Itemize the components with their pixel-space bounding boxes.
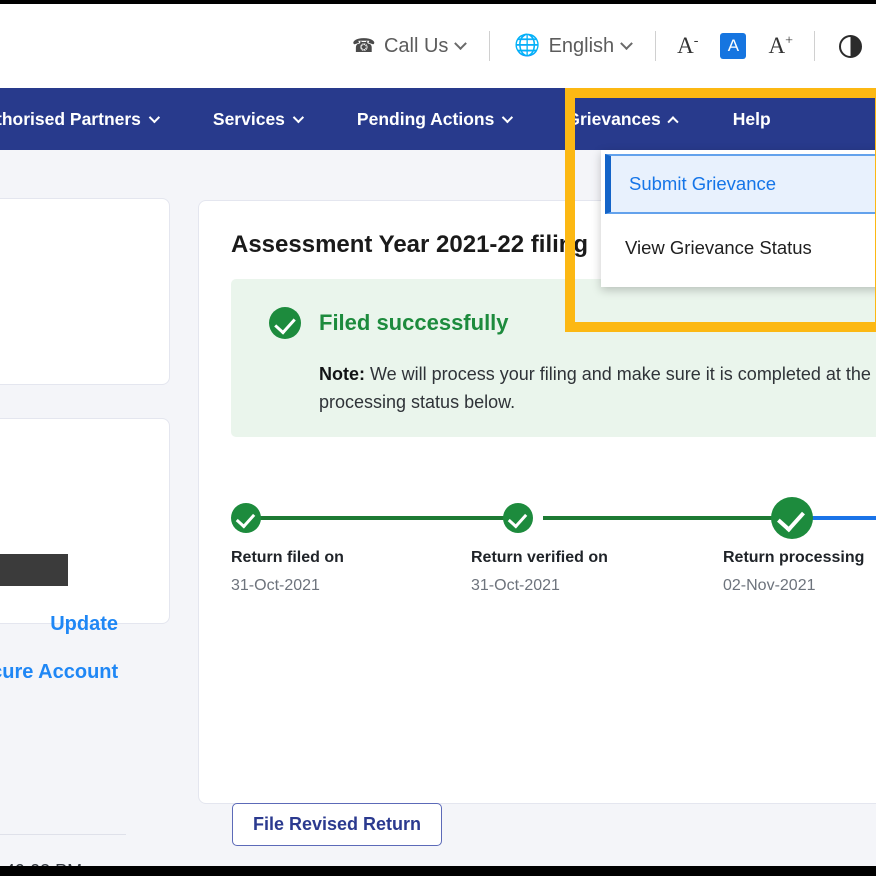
alert-note-label: Note:: [319, 364, 365, 384]
menu-item-submit-grievance[interactable]: Submit Grievance: [605, 154, 876, 214]
nav-label: Grievances: [566, 108, 661, 129]
timeline-connector-2: [543, 516, 791, 520]
nav-label: thorised Partners: [0, 108, 141, 129]
secure-account-link[interactable]: ecure Account: [0, 661, 118, 684]
alert-note-text-2: processing status below.: [319, 391, 516, 412]
page-title: Assessment Year 2021-22 filing: [231, 231, 589, 258]
font-decrease-sup: -: [693, 33, 699, 49]
nav-item-services[interactable]: Services: [185, 88, 329, 150]
success-alert: Filed successfully Note: We will process…: [231, 279, 876, 437]
timeline-node-verified: [503, 503, 533, 533]
font-decrease-label: A: [677, 33, 694, 58]
alert-note-text: We will process your filing and make sur…: [365, 364, 876, 384]
divider: [489, 31, 491, 61]
nav-label: Help: [732, 108, 771, 129]
activity-card: [0, 418, 170, 624]
divider: [814, 31, 815, 61]
font-increase-label: A: [768, 33, 786, 58]
window-bottom-border: [0, 866, 876, 876]
utility-bar-group: ☎ Call Us 🌐 English A- A A+: [338, 4, 876, 88]
font-normal-button[interactable]: A: [720, 33, 747, 59]
chevron-down-icon: [292, 111, 304, 124]
timeline-label-filed: Return filed on: [231, 549, 344, 566]
font-normal-label: A: [727, 36, 740, 55]
chevron-down-icon: [620, 36, 634, 50]
timeline-connector-3: [811, 516, 876, 520]
timeline-date-filed: 31-Oct-2021: [231, 577, 320, 594]
divider: [0, 834, 126, 835]
nav-label: Pending Actions: [356, 108, 495, 129]
alert-header: Filed successfully: [269, 307, 509, 339]
nav-item-pending-actions[interactable]: Pending Actions: [329, 88, 538, 150]
chevron-down-icon: [148, 111, 160, 124]
main-navigation: thorised Partners Services Pending Actio…: [0, 88, 876, 150]
chevron-up-icon: [667, 116, 679, 128]
nav-item-help[interactable]: Help: [705, 88, 799, 150]
timeline-node-filed: [231, 503, 261, 533]
globe-icon: 🌐: [514, 34, 541, 57]
language-menu[interactable]: 🌐 English: [500, 34, 645, 58]
window-top-border: [0, 0, 876, 4]
call-us-menu[interactable]: ☎ Call Us: [338, 35, 479, 58]
timeline-date-processing: 02-Nov-2021: [723, 577, 816, 594]
update-link[interactable]: Update: [50, 613, 118, 636]
grievances-dropdown-menu: Submit Grievance View Grievance Status: [601, 150, 876, 287]
filing-status-card: Assessment Year 2021-22 filing Filed suc…: [198, 200, 876, 804]
file-revised-return-button[interactable]: File Revised Return: [232, 803, 442, 846]
profile-card: [0, 198, 170, 385]
timeline-node-processing: [771, 497, 813, 539]
alert-note: Note: We will process your filing and ma…: [319, 361, 876, 417]
check-circle-icon: [269, 307, 301, 339]
menu-item-view-grievance-status[interactable]: View Grievance Status: [601, 214, 876, 281]
chevron-down-icon: [502, 111, 514, 124]
alert-title: Filed successfully: [319, 310, 509, 335]
filing-progress-timeline: Return filed on 31-Oct-2021 Return verif…: [231, 497, 876, 607]
utility-bar: ☎ Call Us 🌐 English A- A A+: [0, 4, 876, 88]
timeline-date-verified: 31-Oct-2021: [471, 577, 560, 594]
timeline-connector-1: [257, 516, 521, 520]
nav-label: Services: [212, 108, 285, 129]
menu-item-label: Submit Grievance: [629, 173, 777, 194]
font-increase-button[interactable]: A+: [757, 33, 804, 59]
phone-icon: ☎: [352, 35, 376, 57]
timeline-label-verified: Return verified on: [471, 549, 608, 566]
nav-item-grievances[interactable]: Grievances: [538, 88, 705, 150]
redacted-field: [0, 554, 68, 586]
font-increase-sup: +: [785, 33, 793, 49]
call-us-label: Call Us: [383, 34, 449, 57]
menu-item-label: View Grievance Status: [625, 236, 812, 258]
app-screen: ☎ Call Us 🌐 English A- A A+ thorised Par…: [0, 0, 876, 876]
contrast-icon[interactable]: [839, 34, 862, 58]
language-label: English: [548, 34, 615, 57]
font-decrease-button[interactable]: A-: [666, 33, 709, 59]
timeline-label-processing: Return processing: [723, 549, 865, 566]
nav-item-authorised-partners[interactable]: thorised Partners: [0, 88, 185, 150]
divider: [655, 31, 657, 61]
chevron-down-icon: [454, 36, 468, 50]
